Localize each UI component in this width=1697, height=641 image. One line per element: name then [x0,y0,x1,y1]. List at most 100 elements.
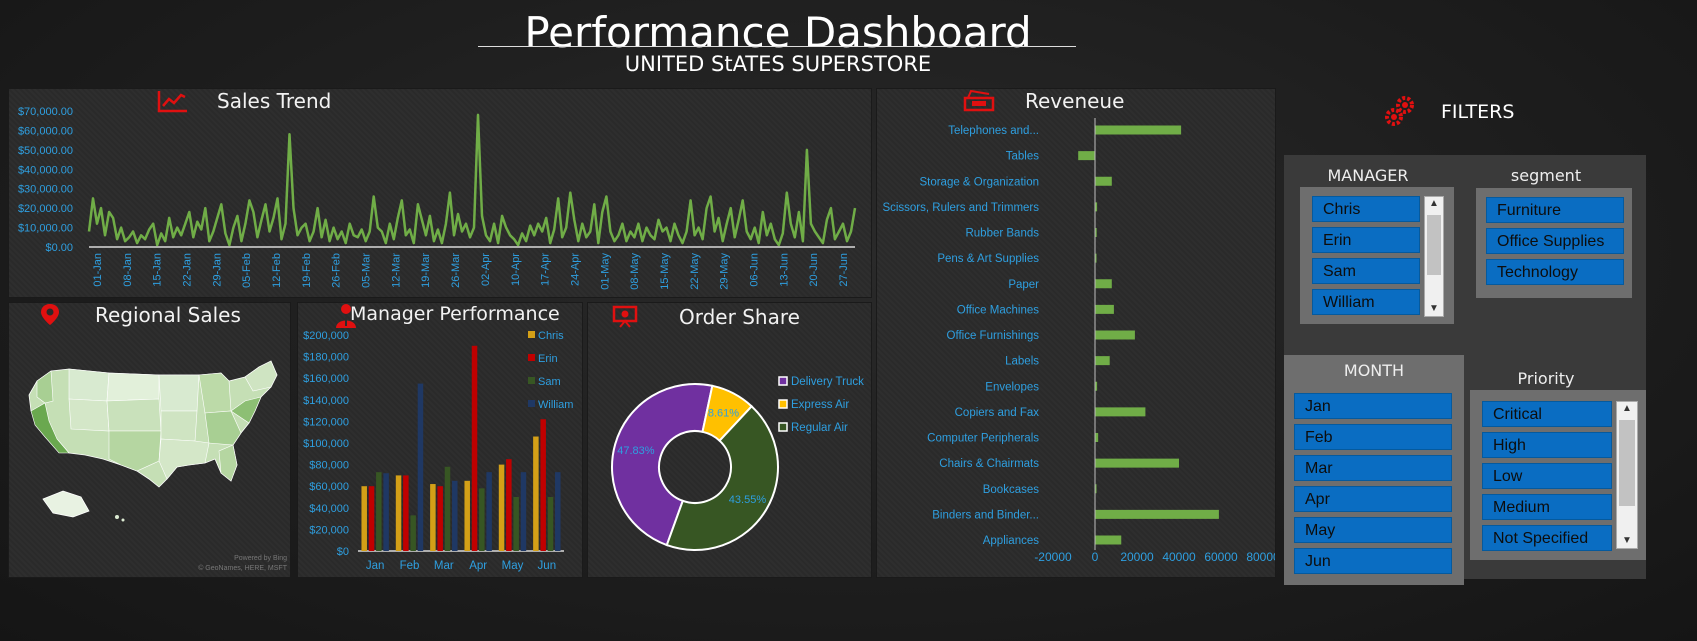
category-label: Envelopes [985,381,1039,393]
category-label: Bookcases [983,484,1040,496]
category-label: Appliances [983,535,1040,547]
category-label: Binders and Binder... [932,509,1039,521]
us-map [28,360,278,522]
month-option-mar[interactable]: Mar [1294,455,1452,481]
manager-scrollbar[interactable]: ▲ ▼ [1424,196,1444,317]
order-share-panel[interactable]: Order Share 47.83% 8.61% 43.55% Delivery Tr… [587,302,872,578]
priority-slicer-title: Priority [1517,369,1575,388]
segment-option-office-supplies[interactable]: Office Supplies [1486,228,1624,254]
priority-scrollbar[interactable]: ▲ ▼ [1616,401,1638,549]
y-tick-label: $30,000.00 [18,184,73,196]
map-credit-sources: © GeoNames, HERE, MSFT [198,565,287,572]
y-tick-label: $70,000.00 [18,106,73,118]
manager-performance-panel[interactable]: Manager Performance $0 $20,000 $40,000 $60,… [297,302,583,578]
legend-swatch [778,399,788,409]
x-tick-label: 27-Jun [838,253,850,287]
scroll-down-icon[interactable]: ▼ [1425,302,1443,316]
month-option-feb[interactable]: Feb [1294,424,1452,450]
x-tick-label: 60000 [1204,550,1238,564]
x-tick-label: 05-Feb [241,253,253,288]
priority-option-critical[interactable]: Critical [1482,401,1612,427]
manager-option-sam[interactable]: Sam [1312,258,1420,284]
manager-option-chris[interactable]: Chris [1312,196,1420,222]
regional-sales-panel[interactable]: Regional Sales Powered by Bing © GeoName… [8,302,291,578]
regional-sales-title: Regional Sales [95,303,241,327]
month-option-jan[interactable]: Jan [1294,393,1452,419]
legend-swatch [778,422,788,432]
priority-option-high[interactable]: High [1482,432,1612,458]
category-label: Office Furnishings [947,330,1040,342]
data-label: 47.83% [617,445,655,457]
legend-swatch [778,376,788,386]
month-option-jun[interactable]: Jun [1294,548,1452,574]
x-tick-label: 22-Jan [182,253,194,287]
legend-label-sam: Sam [538,376,561,388]
x-tick-label: 08-Jan [122,253,134,287]
x-tick-label: 02-Apr [480,253,492,286]
scroll-up-icon[interactable]: ▲ [1617,402,1637,416]
category-label: Computer Peripherals [927,433,1039,445]
sales-trend-panel[interactable]: Sales Trend $0.00 $10,000.00 $20,000.00 $30… [8,88,872,298]
revenue-panel[interactable]: Reveneue Telephones and... Tables Storage … [876,88,1276,578]
manager-option-erin[interactable]: Erin [1312,227,1420,253]
y-tick-label: $120,000 [303,416,349,428]
x-tick-label: 05-Mar [361,253,373,288]
revenue-bar [1095,125,1182,135]
bar-chris [464,480,470,551]
y-tick-label: $50,000.00 [18,145,73,157]
category-label: Office Machines [957,304,1039,316]
x-tick-label: 26-Mar [450,253,462,288]
x-tick-label: 08-May [629,253,641,290]
revenue-bar [1095,509,1219,519]
x-tick-label: 15-May [659,253,671,290]
month-option-apr[interactable]: Apr [1294,486,1452,512]
priority-option-low[interactable]: Low [1482,463,1612,489]
data-label: 43.55% [729,494,767,506]
category-label: Rubber Bands [965,228,1039,240]
y-tick-label: $160,000 [303,373,349,385]
bar-william [452,480,458,551]
bar-sam [410,515,416,551]
scroll-thumb[interactable] [1427,215,1441,275]
manager-option-william[interactable]: William [1312,289,1420,315]
bar-erin [437,486,443,551]
x-tick-label: -20000 [1034,550,1072,564]
revenue-bar [1078,151,1095,161]
scroll-up-icon[interactable]: ▲ [1425,197,1443,211]
priority-slicer[interactable]: Critical High Low Medium Not Specified ▲… [1470,390,1646,560]
map-pin-icon [41,304,59,325]
y-tick-label: $80,000 [309,460,349,472]
x-tick-label: 19-Feb [301,253,313,288]
map-credit-bing: Powered by Bing [234,555,287,562]
revenue-bar [1095,407,1146,417]
bar-erin [368,486,375,551]
bar-sam [479,488,485,551]
scroll-thumb[interactable] [1619,420,1635,506]
x-tick-label: 20000 [1120,550,1154,564]
manager-slicer[interactable]: Chris Erin Sam William ▲ ▼ [1300,187,1454,324]
x-tick-label: 06-Jun [748,253,760,287]
x-tick-label: Feb [400,560,420,572]
bar-erin [540,419,546,551]
y-tick-label: $140,000 [303,395,349,407]
revenue-bar [1095,176,1112,186]
category-label: Copiers and Fax [955,407,1040,419]
segment-slicer[interactable]: Furniture Office Supplies Technology [1476,188,1632,298]
priority-option-medium[interactable]: Medium [1482,494,1612,520]
bar-sam [376,472,382,551]
y-tick-label: $0 [337,546,349,558]
segment-option-furniture[interactable]: Furniture [1486,197,1624,223]
segment-option-technology[interactable]: Technology [1486,259,1624,285]
x-tick-label: 26-Feb [331,253,343,288]
month-slicer[interactable]: MONTH Jan Feb Mar Apr May Jun [1284,355,1464,585]
segment-slicer-title: segment [1510,166,1582,185]
month-option-may[interactable]: May [1294,517,1452,543]
sales-trend-line [87,113,857,247]
y-tick-label: $200,000 [303,330,349,342]
bar-erin [471,345,478,551]
priority-option-not-specified[interactable]: Not Specified [1482,525,1612,551]
category-label: Paper [1008,279,1039,291]
revenue-bar [1095,535,1122,545]
scroll-down-icon[interactable]: ▼ [1617,534,1637,548]
category-label: Scissors, Rulers and Trimmers [882,202,1039,214]
